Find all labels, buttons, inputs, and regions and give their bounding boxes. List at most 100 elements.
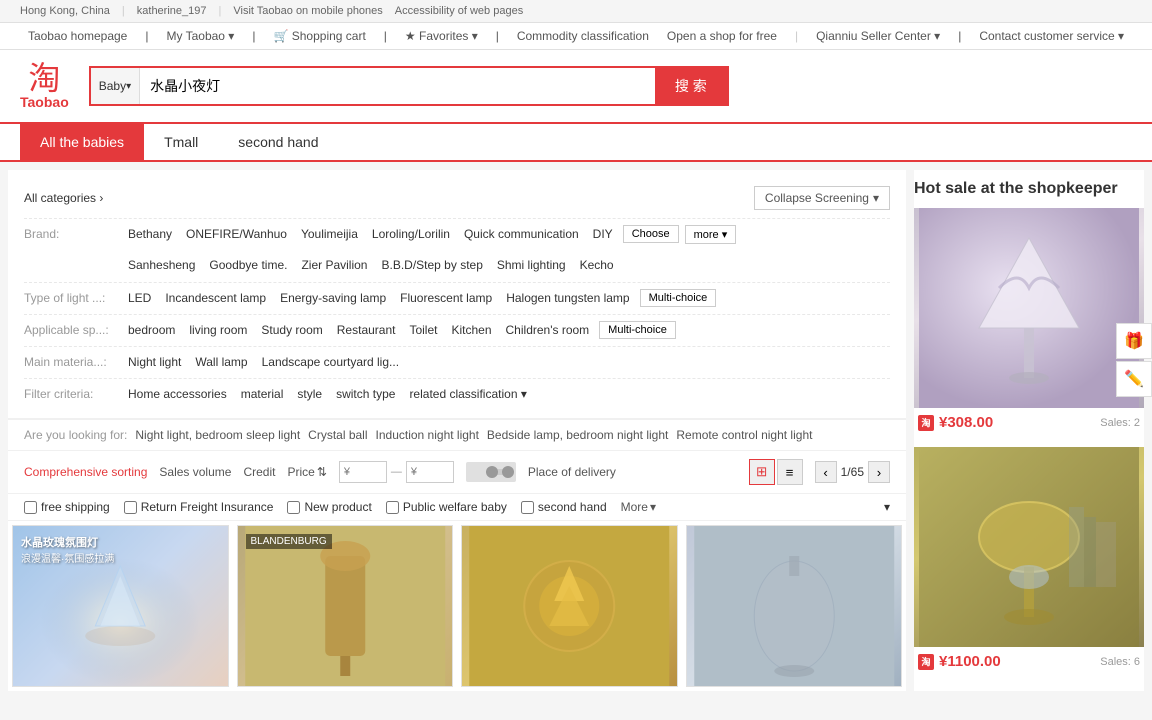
tab-second-hand[interactable]: second hand [218,124,338,160]
brand-bbd[interactable]: B.B.D/Step by step [377,256,486,274]
nav-taobao-homepage[interactable]: Taobao homepage [28,29,127,43]
brand-diy[interactable]: DIY [589,225,617,243]
nav-my-taobao[interactable]: My Taobao ▾ [166,29,234,43]
search-button[interactable]: 搜 索 [655,68,727,104]
applicable-bedroom[interactable]: bedroom [124,321,179,339]
logo[interactable]: 淘 Taobao [20,62,69,110]
checkbox-free-shipping[interactable]: free shipping [24,500,110,514]
material-landscape[interactable]: Landscape courtyard lig... [258,353,403,371]
more-options-icon: ▾ [650,500,656,514]
brand-shmi[interactable]: Shmi lighting [493,256,570,274]
criteria-style[interactable]: style [293,385,326,403]
applicable-multi-choice-button[interactable]: Multi-choice [599,321,676,339]
criteria-home-accessories[interactable]: Home accessories [124,385,231,403]
page-info: 1/65 [841,465,864,479]
brand-zier[interactable]: Zier Pavilion [297,256,371,274]
criteria-material[interactable]: material [237,385,288,403]
price-from-input[interactable] [339,461,387,483]
more-options-button[interactable]: More ▾ [621,500,656,514]
hot-product-1[interactable]: 淘 ¥308.00 Sales: 2 [914,208,1144,437]
grid-view-button[interactable]: ⊞ [749,459,775,485]
next-page-button[interactable]: › [868,461,890,483]
side-tool-edit[interactable]: ✏️ [1116,361,1152,397]
suggestion-bedside-lamp[interactable]: Bedside lamp, bedroom night light [487,428,668,442]
list-view-button[interactable]: ≡ [777,459,803,485]
accessibility-link[interactable]: Accessibility of web pages [395,5,523,17]
brand-kecho[interactable]: Kecho [576,256,618,274]
sort-credit[interactable]: Credit [243,465,275,479]
checkbox-second-hand[interactable]: second hand [521,500,607,514]
brand-onefire[interactable]: ONEFIRE/Wanhuo [182,225,291,243]
material-wall-lamp[interactable]: Wall lamp [191,353,251,371]
collapse-icon: ▾ [873,191,879,205]
hot-product-2[interactable]: 淘 ¥1100.00 Sales: 6 [914,447,1144,676]
light-type-multi-choice-button[interactable]: Multi-choice [640,289,717,307]
checkbox-return-freight[interactable]: Return Freight Insurance [124,500,274,514]
brand-sanhesheng[interactable]: Sanhesheng [124,256,199,274]
checkbox-new-product[interactable]: New product [287,500,371,514]
applicable-restaurant[interactable]: Restaurant [333,321,400,339]
nav-contact[interactable]: Contact customer service ▾ [979,29,1124,43]
criteria-label: Filter criteria: [24,385,124,401]
applicable-childrens-room[interactable]: Children's room [502,321,594,339]
product-card-2[interactable]: BLANDENBURG [237,525,454,687]
hot-product-visual-1 [914,208,1144,408]
all-categories[interactable]: All categories › [24,191,103,205]
categories-row: All categories › Collapse Screening ▾ [24,178,890,218]
product-card-3[interactable] [461,525,678,687]
brand-more-button[interactable]: more ▾ [685,225,737,244]
brand-goodbye[interactable]: Goodbye time. [205,256,291,274]
sort-comprehensive[interactable]: Comprehensive sorting [24,465,147,479]
suggestion-remote-control[interactable]: Remote control night light [676,428,812,442]
nav-shopping-cart[interactable]: 🛒 Shopping cart [273,29,365,43]
product-card-1[interactable]: 水晶玫瑰氛围灯 浪漫温馨·氛围感拉满 [12,525,229,687]
sort-sales-volume[interactable]: Sales volume [159,465,231,479]
tab-tmall[interactable]: Tmall [144,124,218,160]
nav-commodity-classification[interactable]: Commodity classification [517,29,649,43]
brand-choose-button[interactable]: Choose [623,225,679,243]
suggestion-night-light[interactable]: Night light, bedroom sleep light [135,428,300,442]
hot-product-image-2 [914,447,1144,647]
search-input[interactable] [140,68,655,104]
delivery-label[interactable]: Place of delivery [528,465,616,479]
left-panel: All categories › Collapse Screening ▾ Br… [8,170,906,691]
brand-bethany[interactable]: Bethany [124,225,176,243]
light-type-incandescent[interactable]: Incandescent lamp [161,289,270,307]
price-range: — [339,461,454,483]
criteria-related-classification[interactable]: related classification ▾ [405,385,530,403]
location[interactable]: Hong Kong, China [20,5,110,17]
applicable-toilet[interactable]: Toilet [405,321,441,339]
product-card-4[interactable] [686,525,903,687]
brand-loroling[interactable]: Loroling/Lorilin [368,225,454,243]
brand-youlimeijia[interactable]: Youlimeijia [297,225,362,243]
price-slider[interactable] [466,462,516,482]
applicable-kitchen[interactable]: Kitchen [447,321,495,339]
checkbox-public-welfare[interactable]: Public welfare baby [386,500,507,514]
applicable-study[interactable]: Study room [257,321,326,339]
nav-favorites[interactable]: ★ Favorites ▾ [405,29,478,43]
brand-items: Bethany ONEFIRE/Wanhuo Youlimeijia Lorol… [124,225,890,244]
applicable-living-room[interactable]: living room [185,321,251,339]
light-type-fluorescent[interactable]: Fluorescent lamp [396,289,496,307]
light-type-energy-saving[interactable]: Energy-saving lamp [276,289,390,307]
suggestion-induction[interactable]: Induction night light [376,428,479,442]
suggestion-crystal-ball[interactable]: Crystal ball [308,428,367,442]
material-night-light[interactable]: Night light [124,353,185,371]
nav-qianniu[interactable]: Qianniu Seller Center ▾ [816,29,940,43]
mobile-link[interactable]: Visit Taobao on mobile phones [233,5,382,17]
prev-page-button[interactable]: ‹ [815,461,837,483]
criteria-switch-type[interactable]: switch type [332,385,399,403]
nav-open-shop[interactable]: Open a shop for free [667,29,777,43]
brand-quick-comm[interactable]: Quick communication [460,225,583,243]
side-tool-gift[interactable]: 🎁 [1116,323,1152,359]
search-category-dropdown[interactable]: Baby [91,68,140,104]
collapse-screening-button[interactable]: Collapse Screening ▾ [754,186,890,210]
light-type-filter-row: Type of light ...: LED Incandescent lamp… [24,282,890,314]
light-type-halogen[interactable]: Halogen tungsten lamp [502,289,633,307]
sort-price[interactable]: Price ⇅ [287,465,326,479]
price-to-input[interactable] [406,461,454,483]
tab-all-babies[interactable]: All the babies [20,124,144,160]
username[interactable]: katherine_197 [137,5,207,17]
light-type-led[interactable]: LED [124,289,155,307]
product-title-overlay-1: 水晶玫瑰氛围灯 浪漫温馨·氛围感拉满 [21,534,114,565]
